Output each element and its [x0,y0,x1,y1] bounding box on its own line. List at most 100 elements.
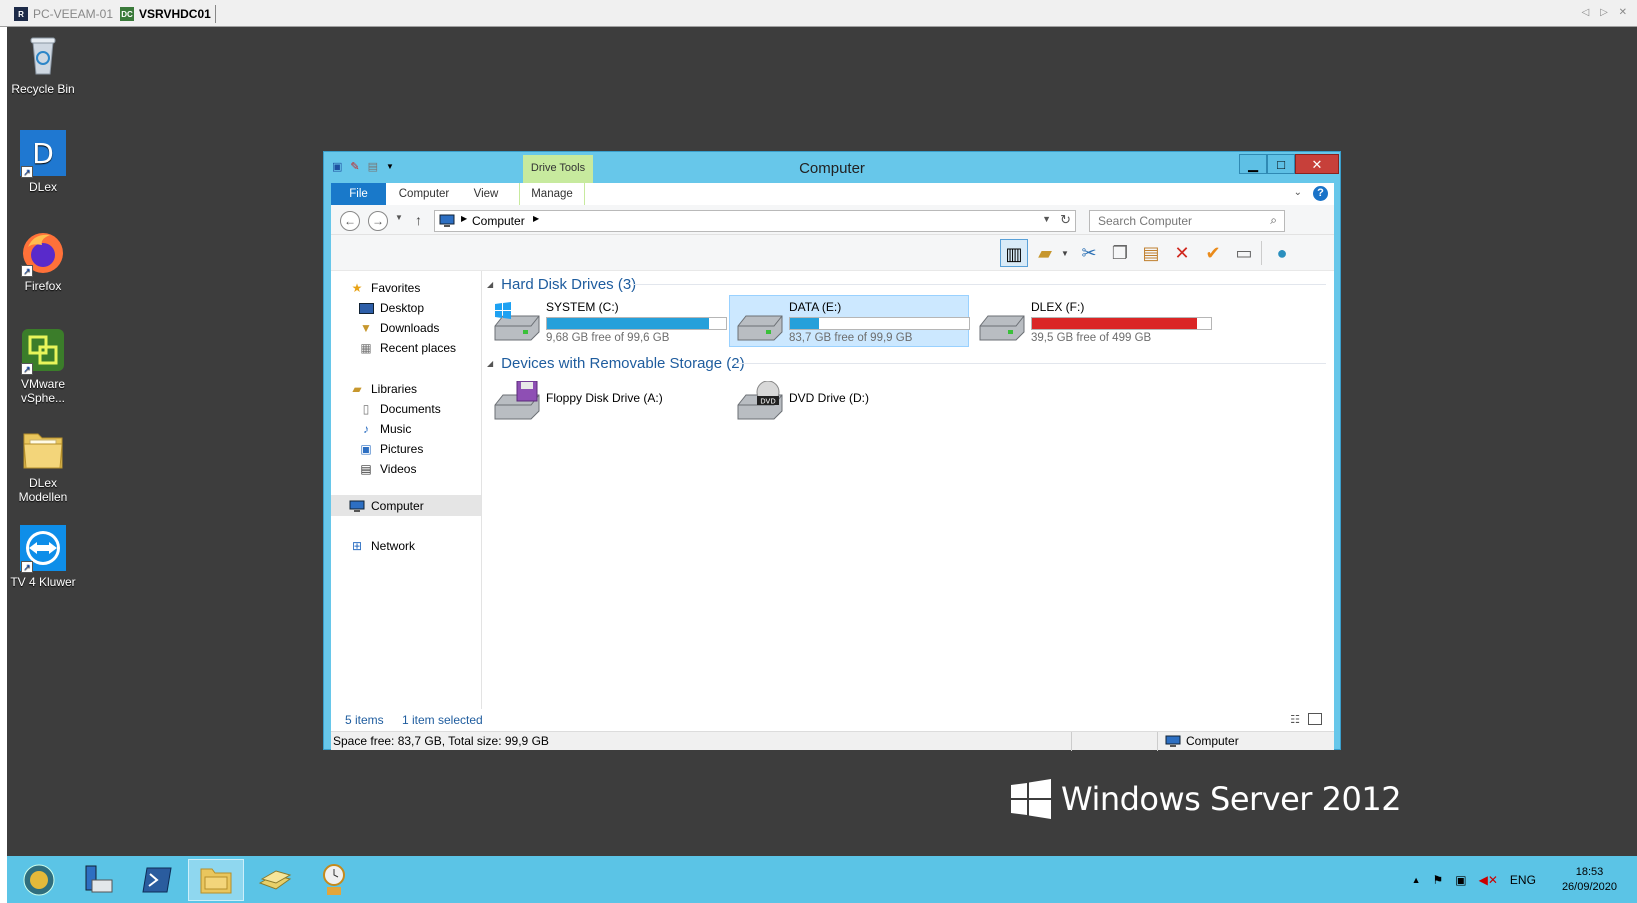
address-dropdown-icon[interactable]: ▼ [1042,214,1051,224]
rdp-scroll-arrows[interactable]: ◁ ▷ ✕ [1582,7,1631,18]
desktop-icon-firefox[interactable]: ↗ Firefox [5,229,81,293]
nav-downloads[interactable]: ▼ Downloads [358,318,439,338]
nav-libraries[interactable]: ▰ Libraries [349,379,417,399]
firefox-icon: ↗ [20,229,66,277]
large-icons-view-icon[interactable] [1308,713,1322,725]
breadcrumb-separator-icon[interactable]: ▶ [461,214,467,223]
group-header-hard-disk-drives[interactable]: ◢ Hard Disk Drives (3) [487,274,636,294]
refresh-icon[interactable]: ↻ [1060,212,1071,228]
tab-view[interactable]: View [461,183,511,205]
help-icon[interactable]: ? [1313,186,1328,201]
shortcut-arrow-icon: ↗ [21,561,33,573]
back-button[interactable]: ← [340,211,360,231]
file-explorer-icon [200,868,232,894]
drive-floppy-a[interactable]: Floppy Disk Drive (A:) [487,375,727,427]
drive-usage-fill [790,318,819,329]
rename-button[interactable]: ▭ [1230,239,1258,267]
drive-dvd-d[interactable]: DVD DVD Drive (D:) [730,375,970,427]
nav-computer[interactable]: Computer [349,496,424,516]
explorer-window[interactable]: ▣ ✎ ▤ ▼ Drive Tools Computer ▁ □ ✕ File … [323,151,1341,751]
nav-label: Recent places [380,341,457,355]
breadcrumb-separator-icon[interactable]: ▶ [533,214,539,223]
drive-dlex-f[interactable]: DLEX (F:) 39,5 GB free of 499 GB [972,296,1212,348]
show-hidden-icons-icon[interactable]: ▲ [1412,875,1421,885]
folder-options-button[interactable]: ▰ [1031,239,1059,267]
delete-button[interactable]: ✕ [1168,239,1196,267]
maximize-button[interactable]: □ [1267,154,1295,174]
desktop-icon-vmware[interactable]: ↗ VMware vSphe... [5,327,81,405]
taskbar-task-scheduler[interactable] [306,859,362,901]
desktop-icon-label: DLex Modellen [18,476,68,504]
clock[interactable]: 18:53 26/09/2020 [1562,865,1617,895]
taskbar-server-manager[interactable] [70,859,126,901]
desktop-icon-teamviewer[interactable]: ↗ TV 4 Kluwer [5,525,81,589]
taskbar-backup[interactable] [247,859,303,901]
nav-videos[interactable]: ▤ Videos [358,459,416,479]
forward-button[interactable]: → [368,211,388,231]
breadcrumb-computer[interactable]: Computer [472,214,525,228]
desktop-icon-recycle-bin[interactable]: Recycle Bin [5,32,81,96]
nav-label: Computer [371,499,424,513]
details-view-icon[interactable]: ☷ [1290,713,1300,726]
expand-ribbon-chevron-icon[interactable]: ⌄ [1294,187,1302,198]
status-location: Computer [1165,734,1239,748]
search-icon[interactable]: ⌕ [1270,213,1277,228]
nav-recent-places[interactable]: ▦ Recent places [358,338,456,358]
desktop-icon-label: VMware vSphe... [20,377,66,405]
tab-manage[interactable]: Manage [519,183,585,205]
tab-file[interactable]: File [331,183,386,205]
folder-check-icon: ▰ [1038,243,1052,263]
close-button[interactable]: ✕ [1295,154,1339,174]
drive-data-e[interactable]: DATA (E:) 83,7 GB free of 99,9 GB [729,295,970,347]
status-divider [1157,732,1158,751]
nav-music[interactable]: ♪ Music [358,419,411,439]
videos-icon: ▤ [360,462,372,476]
group-header-removable-storage[interactable]: ◢ Devices with Removable Storage (2) [487,353,745,373]
rdp-tab-pc-veeam[interactable]: R PC-VEEAM-01 [14,5,113,23]
svg-text:D: D [32,137,54,170]
desktop-icon-label: TV 4 Kluwer [10,575,76,589]
volume-muted-icon[interactable]: ◀✕ [1479,873,1498,887]
nav-label: Network [371,539,416,553]
nav-favorites[interactable]: ★ Favorites [349,278,421,298]
preview-pane-button[interactable]: ▥ [1000,239,1028,267]
apply-button[interactable]: ✔ [1199,239,1227,267]
network-status-icon[interactable]: ▣ [1455,873,1466,887]
copy-button[interactable]: ❐ [1106,239,1134,267]
nav-network[interactable]: ⊞ Network [349,536,415,556]
search-box: ⌕ [1089,210,1285,232]
desktop-icon-dlex[interactable]: D ↗ DLex [5,130,81,194]
tab-computer[interactable]: Computer [389,183,459,205]
taskbar-file-explorer[interactable] [188,859,244,901]
recent-locations-chevron-icon[interactable]: ▼ [395,213,403,222]
drive-name: DATA (E:) [789,300,842,314]
desktop-icon-dlex-modellen[interactable]: DLex Modellen [5,426,81,504]
shell-button[interactable]: ● [1268,239,1296,267]
taskbar-powershell[interactable] [129,859,185,901]
address-bar[interactable]: ▶ Computer ▶ ▼ ↻ [434,210,1076,232]
dlex-icon: D ↗ [20,130,66,178]
drive-system-c[interactable]: SYSTEM (C:) 9,68 GB free of 99,6 GB [487,296,727,348]
teamviewer-icon: ↗ [20,525,66,573]
rdp-tab-vsrvhdc[interactable]: DC VSRVHDC01 [120,5,216,23]
paste-button[interactable]: ▤ [1137,239,1165,267]
nav-label: Music [380,422,412,436]
language-indicator[interactable]: ENG [1510,873,1536,887]
cut-button[interactable]: ✂ [1075,239,1103,267]
minimize-button[interactable]: ▁ [1239,154,1267,174]
nav-pictures[interactable]: ▣ Pictures [358,439,423,459]
nav-desktop[interactable]: Desktop [358,298,424,318]
nav-documents[interactable]: ▯ Documents [358,399,441,419]
ribbon-tab-bar: File Computer View Manage ⌄ ? [331,183,1334,205]
action-center-flag-icon[interactable]: ⚑ [1433,873,1444,887]
folder-options-dropdown-icon[interactable]: ▼ [1061,249,1069,258]
up-button[interactable]: ↑ [415,212,422,228]
collapse-triangle-icon: ◢ [487,279,494,289]
search-input[interactable] [1090,211,1260,231]
shortcut-arrow-icon: ↗ [21,363,33,375]
rdp-server-icon: DC [120,7,134,21]
star-icon: ★ [351,281,363,295]
taskbar-start-shell[interactable] [11,859,67,901]
window-title: Computer [799,160,865,177]
group-divider [634,284,1326,285]
